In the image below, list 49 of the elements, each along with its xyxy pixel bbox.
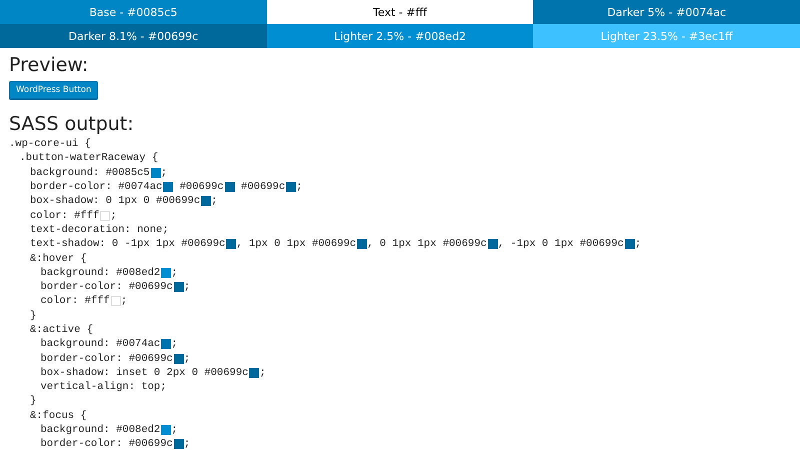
code-text: ; [634,238,642,250]
color-tile: Base - #0085c5 [0,0,267,24]
code-text: ; [184,438,190,450]
code-text: border-color: #00699c [40,281,173,294]
code-text: box-shadow: 0 1px 0 #00699c [30,195,200,208]
code-line: &:hover { [30,252,87,265]
code-text: color: #fff [40,295,110,308]
code-line: &:focus { [30,410,87,422]
code-text: vertical-align: top; [40,381,167,394]
code-line: .wp-core-ui { [9,138,91,150]
code-text: background: #0074ac [40,338,160,350]
code-line: .button-waterRaceway { [20,152,158,164]
code-text: background: #0085c5 [30,166,150,179]
code-text: ; [160,166,168,179]
code-text: ; [184,281,190,294]
code-text: border-color: #0074ac [30,181,162,194]
code-text: box-shadow: inset 0 2px 0 #00699c [40,366,248,379]
color-tile: Darker 8.1% - #00699c [0,24,267,48]
color-tile: Darker 5% - #0074ac [533,0,800,24]
code-text: text-shadow: 0 -1px 1px #00699c [30,238,226,250]
wordpress-button[interactable]: WordPress Button [9,81,98,99]
code-text: #00699c [240,181,286,194]
code-text: ; [184,352,190,365]
code-text: #00699c [178,181,224,194]
code-text: border-color: #00699c [40,352,173,365]
code-text: ; [171,266,178,279]
code-text: ; [110,210,117,222]
code-text: ; [120,295,128,308]
code-line: } [30,310,36,322]
code-text: background: #008ed2 [40,424,160,436]
code-text: ; [211,195,218,208]
code-text: text-decoration: none; [30,224,169,236]
code-text: border-color: #00699c [40,438,173,450]
color-tile: Lighter 23.5% - #3ec1ff [533,24,800,48]
code-line: &:active { [30,324,94,336]
code-text: ; [296,181,302,194]
code-line: } [30,395,36,408]
section-heading: SASS output: [9,113,135,136]
code-text: , -1px 0 1px #00699c [498,238,624,250]
code-text: ; [171,338,178,350]
code-text: , 0 1px 1px #00699c [367,238,487,250]
color-tile: Text - #fff [266,0,534,24]
code-text: ; [171,424,178,436]
code-text: ; [259,366,266,379]
code-text: , 1px 0 1px #00699c [236,238,356,250]
section-heading: Preview: [9,54,90,77]
code-text: background: #008ed2 [40,266,160,279]
color-tile: Lighter 2.5% - #008ed2 [266,24,534,48]
code-text: color: #fff [30,210,100,222]
